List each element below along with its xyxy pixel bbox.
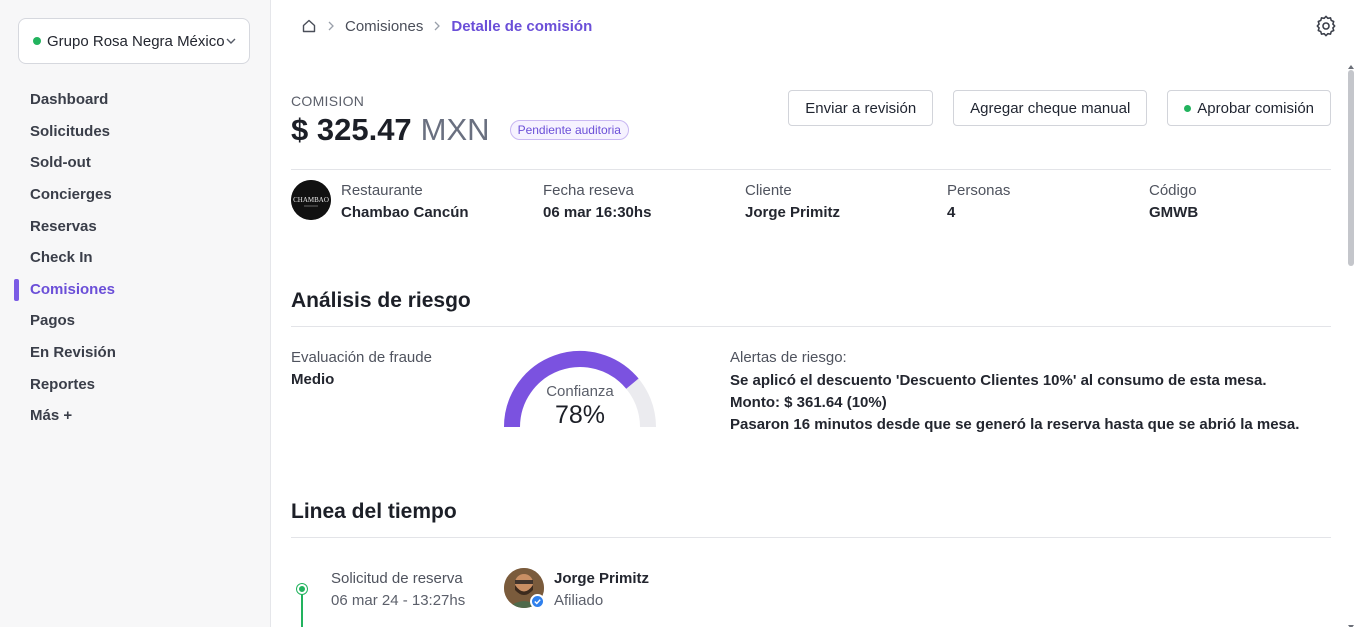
organization-selector[interactable]: Grupo Rosa Negra México: [18, 18, 250, 64]
commission-currency: MXN: [420, 112, 490, 147]
gear-icon[interactable]: [1315, 15, 1337, 37]
send-review-button[interactable]: Enviar a revisión: [788, 90, 934, 126]
status-badge: Pendiente auditoria: [509, 120, 629, 140]
risk-alert-item: Se aplicó el descuento 'Descuento Client…: [730, 372, 1267, 411]
scrollbar-thumb[interactable]: [1348, 70, 1354, 266]
svg-text:CHAMBAO: CHAMBAO: [293, 196, 329, 204]
sidebar-item-sold-out[interactable]: Sold-out: [0, 147, 271, 179]
approve-status-dot: [1184, 104, 1192, 112]
commission-amount-row: $ 325.47 MXN Pendiente auditoria: [291, 112, 629, 148]
organization-name: Grupo Rosa Negra México: [47, 32, 225, 50]
sidebar-item-concierges[interactable]: Concierges: [0, 179, 271, 211]
scrollbar[interactable]: [1347, 64, 1355, 627]
confidence-label: Confianza: [546, 383, 614, 400]
add-manual-check-button[interactable]: Agregar cheque manual: [953, 90, 1148, 126]
restaurant-label: Restaurante: [341, 182, 423, 199]
sidebar-item-reportes[interactable]: Reportes: [0, 368, 271, 400]
client-value: Jorge Primitz: [745, 204, 841, 221]
confidence-gauge: Confianza 78%: [500, 345, 660, 431]
sidebar-item-reservas[interactable]: Reservas: [0, 210, 271, 242]
date-field: Fecha reseva 06 mar 16:30hs: [543, 182, 651, 221]
risk-section-title: Análisis de riesgo: [291, 289, 471, 312]
timeline-event-user: Jorge Primitz: [554, 570, 650, 587]
scroll-up-icon[interactable]: [1347, 58, 1355, 69]
breadcrumb-comisiones[interactable]: Comisiones: [345, 18, 423, 35]
fraud-evaluation-value: Medio: [291, 371, 335, 388]
commission-label: COMISION: [291, 93, 365, 109]
code-label: Código: [1149, 182, 1197, 199]
sidebar-item-solicitudes[interactable]: Solicitudes: [0, 116, 271, 148]
restaurant-value: Chambao Cancún: [341, 204, 469, 221]
sidebar-nav: Dashboard Solicitudes Sold-out Concierge…: [0, 84, 271, 432]
sidebar: Grupo Rosa Negra México Dashboard Solici…: [0, 0, 271, 627]
date-value: 06 mar 16:30hs: [543, 204, 652, 221]
timeline-event-role: Afiliado: [554, 592, 604, 609]
people-field: Personas 4: [947, 182, 1010, 221]
reservation-details: CHAMBAO Restaurante Chambao Cancún Fecha…: [291, 180, 1331, 224]
client-label: Cliente: [745, 182, 792, 199]
sidebar-item-mas[interactable]: Más +: [0, 400, 271, 432]
sidebar-item-comisiones[interactable]: Comisiones: [0, 274, 271, 306]
timeline-event-date: 06 mar 24 - 13:27hs: [331, 592, 466, 609]
divider: [291, 326, 1331, 327]
client-field: Cliente Jorge Primitz: [745, 182, 840, 221]
sidebar-item-check-in[interactable]: Check In: [0, 242, 271, 274]
home-icon[interactable]: [301, 18, 317, 34]
timeline-section-title: Linea del tiempo: [291, 500, 457, 523]
restaurant-field: Restaurante Chambao Cancún: [341, 182, 469, 221]
breadcrumb: Comisiones Detalle de comisión: [301, 16, 592, 36]
timeline-event-title: Solicitud de reserva: [331, 570, 463, 587]
sidebar-item-en-revision[interactable]: En Revisión: [0, 337, 271, 369]
timeline-dot: [297, 584, 307, 594]
sidebar-item-pagos[interactable]: Pagos: [0, 305, 271, 337]
code-value: GMWB: [1149, 204, 1199, 221]
chevron-right-icon: [327, 21, 335, 31]
code-field: Código GMWB: [1149, 182, 1198, 221]
people-value: 4: [947, 204, 956, 221]
risk-alerts: Se aplicó el descuento 'Descuento Client…: [730, 370, 1310, 436]
divider: [291, 537, 1331, 538]
sidebar-item-dashboard[interactable]: Dashboard: [0, 84, 271, 116]
scroll-down-icon[interactable]: [1347, 618, 1355, 627]
divider: [291, 169, 1331, 170]
breadcrumb-current: Detalle de comisión: [451, 17, 593, 35]
status-dot: [33, 37, 41, 45]
restaurant-logo: CHAMBAO: [291, 180, 331, 220]
commission-amount: $ 325.47: [291, 112, 412, 147]
confidence-value: 78%: [554, 401, 606, 429]
chevron-down-icon: [225, 34, 237, 48]
fraud-evaluation-label: Evaluación de fraude: [291, 349, 432, 366]
risk-alerts-title: Alertas de riesgo:: [730, 349, 847, 366]
main-content: Comisiones Detalle de comisión COMISION …: [271, 0, 1363, 627]
action-buttons: Enviar a revisión Agregar cheque manual …: [788, 90, 1331, 126]
date-label: Fecha reseva: [543, 182, 634, 199]
approve-commission-button[interactable]: Aprobar comisión: [1167, 90, 1331, 126]
approve-commission-label: Aprobar comisión: [1197, 99, 1314, 117]
risk-alert-item: Pasaron 16 minutos desde que se generó l…: [730, 416, 1300, 433]
people-label: Personas: [947, 182, 1011, 199]
chevron-right-icon: [433, 21, 441, 31]
verified-icon: [530, 594, 545, 609]
